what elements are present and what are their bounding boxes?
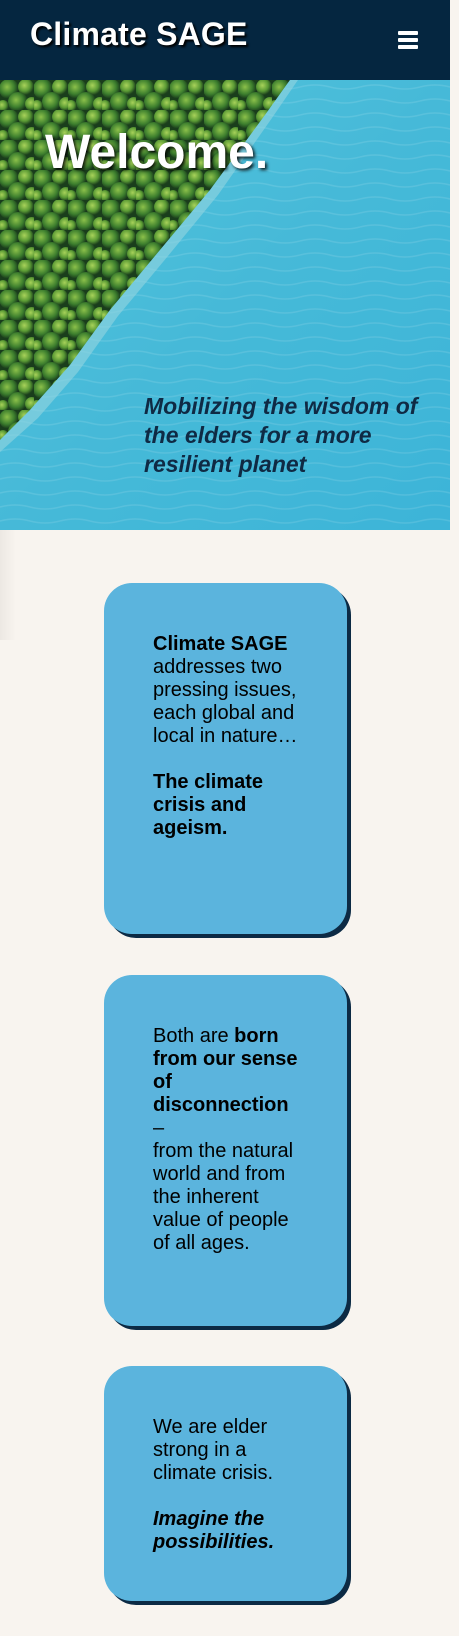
site-brand[interactable]: Climate SAGE [30, 16, 248, 53]
card-prefix: Both are [153, 1025, 229, 1047]
info-card-climate-sage: Climate SAGE addresses two pressing issu… [104, 583, 347, 934]
info-card-elder-strong: We are elder strong in a climate crisis.… [104, 1366, 347, 1601]
site-header: Climate SAGE [0, 0, 450, 80]
decorative-shadow [0, 530, 16, 640]
card-lead-text: addresses two pressing issues, each glob… [153, 656, 298, 747]
hero-tagline: Mobilizing the wisdom of the elders for … [144, 393, 418, 477]
hero-title: Welcome. [45, 126, 269, 179]
card-dash: – [153, 1117, 165, 1139]
card-text: We are elder strong in a climate crisis. [153, 1416, 274, 1484]
card-emphasis: Imagine the possibilities. [153, 1508, 275, 1553]
card-emphasis: The climate crisis and ageism. [153, 771, 264, 839]
hero-banner: Welcome. Mobilizing the wisdom of the el… [0, 80, 450, 530]
card-text: from the natural world and from the inhe… [153, 1140, 294, 1254]
card-lead-bold: Climate SAGE [153, 633, 288, 655]
info-card-disconnection: Both are born from our sense of disconne… [104, 975, 347, 1326]
hamburger-menu-icon[interactable] [396, 28, 420, 52]
